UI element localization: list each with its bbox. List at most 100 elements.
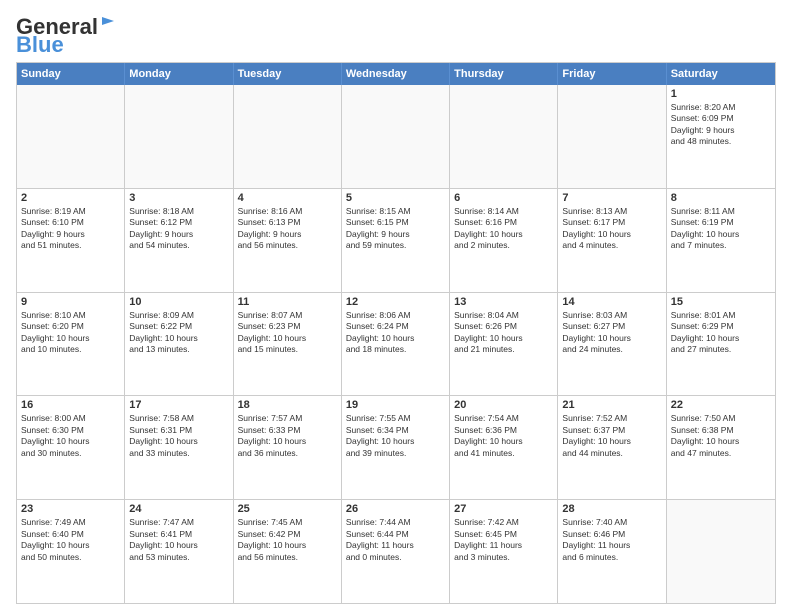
day-number: 28 <box>562 503 661 515</box>
cell-text: Sunrise: 8:04 AM Sunset: 6:26 PM Dayligh… <box>454 310 553 356</box>
cell-text: Sunrise: 7:44 AM Sunset: 6:44 PM Dayligh… <box>346 517 445 563</box>
calendar-cell <box>125 85 233 188</box>
day-number: 5 <box>346 192 445 204</box>
day-number: 4 <box>238 192 337 204</box>
cell-text: Sunrise: 8:09 AM Sunset: 6:22 PM Dayligh… <box>129 310 228 356</box>
cell-text: Sunrise: 8:07 AM Sunset: 6:23 PM Dayligh… <box>238 310 337 356</box>
calendar-row: 9 Sunrise: 8:10 AM Sunset: 6:20 PM Daylig… <box>17 293 775 397</box>
calendar-cell: 5 Sunrise: 8:15 AM Sunset: 6:15 PM Daylig… <box>342 189 450 292</box>
cell-text: Sunrise: 7:47 AM Sunset: 6:41 PM Dayligh… <box>129 517 228 563</box>
calendar-cell: 4 Sunrise: 8:16 AM Sunset: 6:13 PM Daylig… <box>234 189 342 292</box>
cell-text: Sunrise: 8:18 AM Sunset: 6:12 PM Dayligh… <box>129 206 228 252</box>
calendar-cell: 15 Sunrise: 8:01 AM Sunset: 6:29 PM Dayli… <box>667 293 775 396</box>
calendar-cell: 3 Sunrise: 8:18 AM Sunset: 6:12 PM Daylig… <box>125 189 233 292</box>
cell-text: Sunrise: 8:13 AM Sunset: 6:17 PM Dayligh… <box>562 206 661 252</box>
calendar-cell <box>234 85 342 188</box>
header: General Blue <box>16 16 776 56</box>
cell-text: Sunrise: 7:45 AM Sunset: 6:42 PM Dayligh… <box>238 517 337 563</box>
cell-text: Sunrise: 7:42 AM Sunset: 6:45 PM Dayligh… <box>454 517 553 563</box>
calendar-body: 1 Sunrise: 8:20 AM Sunset: 6:09 PM Daylig… <box>17 85 775 603</box>
calendar-cell: 17 Sunrise: 7:58 AM Sunset: 6:31 PM Dayli… <box>125 396 233 499</box>
calendar-cell: 26 Sunrise: 7:44 AM Sunset: 6:44 PM Dayli… <box>342 500 450 603</box>
calendar-cell: 11 Sunrise: 8:07 AM Sunset: 6:23 PM Dayli… <box>234 293 342 396</box>
day-number: 25 <box>238 503 337 515</box>
calendar-cell: 8 Sunrise: 8:11 AM Sunset: 6:19 PM Daylig… <box>667 189 775 292</box>
cell-text: Sunrise: 8:03 AM Sunset: 6:27 PM Dayligh… <box>562 310 661 356</box>
day-number: 21 <box>562 399 661 411</box>
cell-text: Sunrise: 7:55 AM Sunset: 6:34 PM Dayligh… <box>346 413 445 459</box>
day-number: 12 <box>346 296 445 308</box>
day-number: 8 <box>671 192 771 204</box>
day-number: 10 <box>129 296 228 308</box>
day-number: 3 <box>129 192 228 204</box>
calendar-cell: 14 Sunrise: 8:03 AM Sunset: 6:27 PM Dayli… <box>558 293 666 396</box>
cell-text: Sunrise: 7:54 AM Sunset: 6:36 PM Dayligh… <box>454 413 553 459</box>
cell-text: Sunrise: 7:49 AM Sunset: 6:40 PM Dayligh… <box>21 517 120 563</box>
cell-text: Sunrise: 8:16 AM Sunset: 6:13 PM Dayligh… <box>238 206 337 252</box>
day-number: 13 <box>454 296 553 308</box>
cell-text: Sunrise: 8:01 AM Sunset: 6:29 PM Dayligh… <box>671 310 771 356</box>
calendar-cell: 24 Sunrise: 7:47 AM Sunset: 6:41 PM Dayli… <box>125 500 233 603</box>
day-number: 22 <box>671 399 771 411</box>
day-number: 15 <box>671 296 771 308</box>
cell-text: Sunrise: 7:50 AM Sunset: 6:38 PM Dayligh… <box>671 413 771 459</box>
calendar-cell: 20 Sunrise: 7:54 AM Sunset: 6:36 PM Dayli… <box>450 396 558 499</box>
day-number: 17 <box>129 399 228 411</box>
day-number: 19 <box>346 399 445 411</box>
day-number: 2 <box>21 192 120 204</box>
day-number: 26 <box>346 503 445 515</box>
day-number: 14 <box>562 296 661 308</box>
calendar-header-cell: Sunday <box>17 63 125 85</box>
cell-text: Sunrise: 8:00 AM Sunset: 6:30 PM Dayligh… <box>21 413 120 459</box>
cell-text: Sunrise: 8:19 AM Sunset: 6:10 PM Dayligh… <box>21 206 120 252</box>
calendar-cell: 10 Sunrise: 8:09 AM Sunset: 6:22 PM Dayli… <box>125 293 233 396</box>
calendar-cell: 9 Sunrise: 8:10 AM Sunset: 6:20 PM Daylig… <box>17 293 125 396</box>
calendar-cell: 1 Sunrise: 8:20 AM Sunset: 6:09 PM Daylig… <box>667 85 775 188</box>
calendar-header: SundayMondayTuesdayWednesdayThursdayFrid… <box>17 63 775 85</box>
calendar-cell <box>450 85 558 188</box>
calendar-cell <box>558 85 666 188</box>
calendar-cell <box>17 85 125 188</box>
calendar-cell: 19 Sunrise: 7:55 AM Sunset: 6:34 PM Dayli… <box>342 396 450 499</box>
day-number: 7 <box>562 192 661 204</box>
logo: General Blue <box>16 16 118 56</box>
day-number: 1 <box>671 88 771 100</box>
calendar-header-cell: Tuesday <box>234 63 342 85</box>
calendar-cell: 12 Sunrise: 8:06 AM Sunset: 6:24 PM Dayli… <box>342 293 450 396</box>
page: General Blue SundayMondayTuesdayWednesda… <box>0 0 792 612</box>
cell-text: Sunrise: 7:58 AM Sunset: 6:31 PM Dayligh… <box>129 413 228 459</box>
day-number: 24 <box>129 503 228 515</box>
day-number: 23 <box>21 503 120 515</box>
calendar-row: 1 Sunrise: 8:20 AM Sunset: 6:09 PM Daylig… <box>17 85 775 189</box>
cell-text: Sunrise: 7:52 AM Sunset: 6:37 PM Dayligh… <box>562 413 661 459</box>
calendar-cell: 28Sunrise: 7:40 AM Sunset: 6:46 PM Dayli… <box>558 500 666 603</box>
cell-text: Sunrise: 8:11 AM Sunset: 6:19 PM Dayligh… <box>671 206 771 252</box>
calendar-cell: 2 Sunrise: 8:19 AM Sunset: 6:10 PM Daylig… <box>17 189 125 292</box>
cell-text: Sunrise: 8:10 AM Sunset: 6:20 PM Dayligh… <box>21 310 120 356</box>
day-number: 16 <box>21 399 120 411</box>
calendar-cell: 22 Sunrise: 7:50 AM Sunset: 6:38 PM Dayli… <box>667 396 775 499</box>
logo-blue: Blue <box>16 34 64 56</box>
calendar-cell <box>667 500 775 603</box>
calendar-header-cell: Friday <box>558 63 666 85</box>
calendar-cell: 23 Sunrise: 7:49 AM Sunset: 6:40 PM Dayli… <box>17 500 125 603</box>
cell-text: Sunrise: 8:14 AM Sunset: 6:16 PM Dayligh… <box>454 206 553 252</box>
calendar-header-cell: Thursday <box>450 63 558 85</box>
calendar-row: 23 Sunrise: 7:49 AM Sunset: 6:40 PM Dayli… <box>17 500 775 603</box>
cell-text: Sunrise: 8:06 AM Sunset: 6:24 PM Dayligh… <box>346 310 445 356</box>
calendar-header-cell: Saturday <box>667 63 775 85</box>
day-number: 11 <box>238 296 337 308</box>
day-number: 18 <box>238 399 337 411</box>
calendar-cell: 16 Sunrise: 8:00 AM Sunset: 6:30 PM Dayli… <box>17 396 125 499</box>
cell-text: Sunrise: 8:15 AM Sunset: 6:15 PM Dayligh… <box>346 206 445 252</box>
calendar-cell: 13 Sunrise: 8:04 AM Sunset: 6:26 PM Dayli… <box>450 293 558 396</box>
cell-text: Sunrise: 7:57 AM Sunset: 6:33 PM Dayligh… <box>238 413 337 459</box>
day-number: 27 <box>454 503 553 515</box>
day-number: 9 <box>21 296 120 308</box>
calendar-cell: 6Sunrise: 8:14 AM Sunset: 6:16 PM Daylig… <box>450 189 558 292</box>
cell-text: Sunrise: 8:20 AM Sunset: 6:09 PM Dayligh… <box>671 102 771 148</box>
day-number: 20 <box>454 399 553 411</box>
logo-flag-icon <box>100 15 118 33</box>
calendar-header-cell: Monday <box>125 63 233 85</box>
calendar-cell: 18 Sunrise: 7:57 AM Sunset: 6:33 PM Dayli… <box>234 396 342 499</box>
